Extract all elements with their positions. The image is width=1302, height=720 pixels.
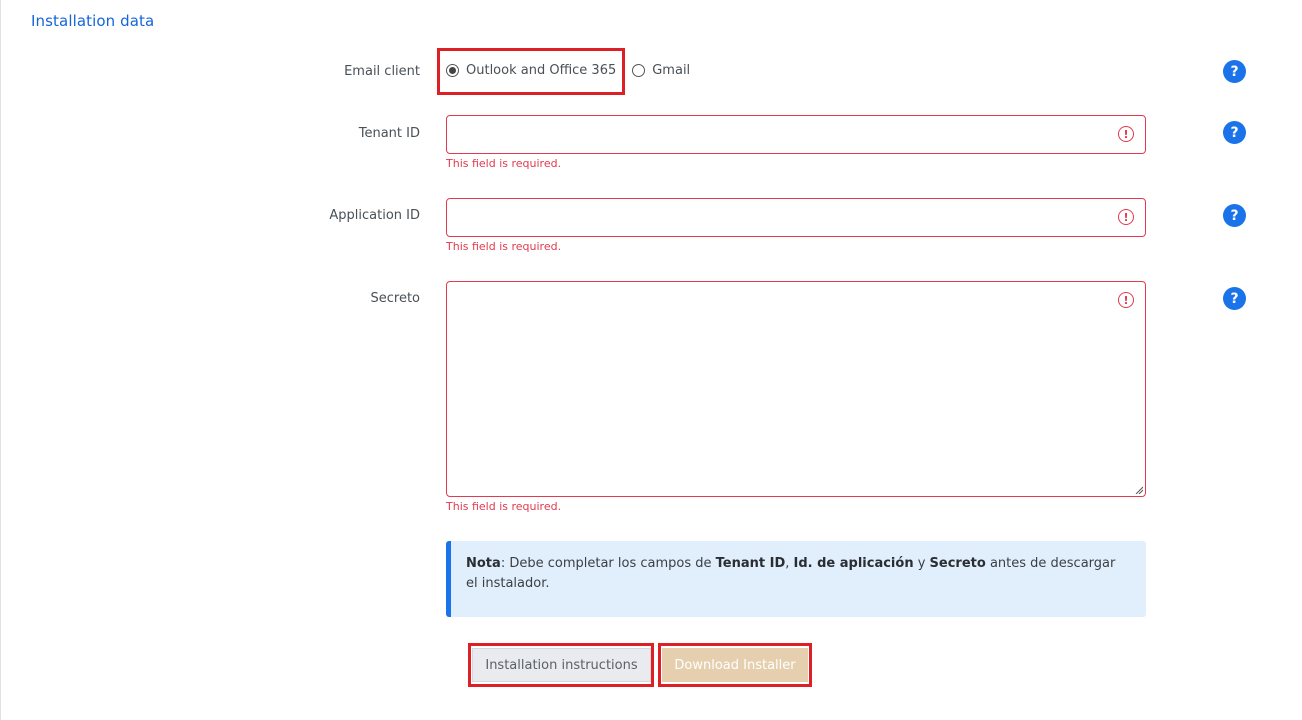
note-text: : Debe completar los campos de: [500, 556, 716, 571]
help-icon-secret[interactable]: ?: [1223, 287, 1246, 310]
secret-textarea[interactable]: [447, 282, 1145, 496]
error-icon: !: [1118, 126, 1134, 142]
application-id-error: This field is required.: [446, 240, 562, 253]
note-text: ,: [785, 556, 794, 571]
note-bold-appid: Id. de aplicación: [793, 556, 914, 571]
secret-error: This field is required.: [446, 500, 562, 513]
email-client-label: Email client: [344, 64, 420, 79]
application-id-label: Application ID: [329, 208, 420, 223]
error-icon: !: [1118, 209, 1134, 225]
note-text: y: [913, 556, 930, 571]
left-border: [0, 0, 1, 720]
help-icon-application-id[interactable]: ?: [1223, 204, 1246, 227]
secret-label: Secreto: [370, 291, 420, 306]
tenant-id-error: This field is required.: [446, 157, 562, 170]
highlight-instructions-button: [468, 643, 654, 687]
resize-grip-icon[interactable]: [1135, 486, 1143, 494]
tenant-id-label: Tenant ID: [358, 126, 420, 141]
tenant-id-input[interactable]: [447, 116, 1145, 153]
info-note: Nota: Debe completar los campos de Tenan…: [446, 541, 1146, 617]
help-icon-tenant-id[interactable]: ?: [1223, 121, 1246, 144]
radio-gmail-button[interactable]: [632, 63, 646, 77]
highlight-download-button: [658, 643, 812, 687]
note-bold-tenant: Tenant ID: [715, 556, 786, 571]
error-icon: !: [1118, 292, 1134, 308]
radio-gmail-label[interactable]: Gmail: [652, 63, 690, 78]
section-title: Installation data: [31, 12, 155, 30]
radio-gmail[interactable]: Gmail: [632, 63, 690, 78]
application-id-input[interactable]: [447, 199, 1145, 236]
application-id-field[interactable]: !: [446, 198, 1146, 237]
note-bold-nota: Nota: [466, 556, 501, 571]
secret-field[interactable]: !: [446, 281, 1146, 497]
help-icon-email-client[interactable]: ?: [1223, 60, 1246, 83]
highlight-outlook-option: [437, 48, 625, 95]
tenant-id-field[interactable]: !: [446, 115, 1146, 154]
note-bold-secret: Secreto: [929, 556, 986, 571]
